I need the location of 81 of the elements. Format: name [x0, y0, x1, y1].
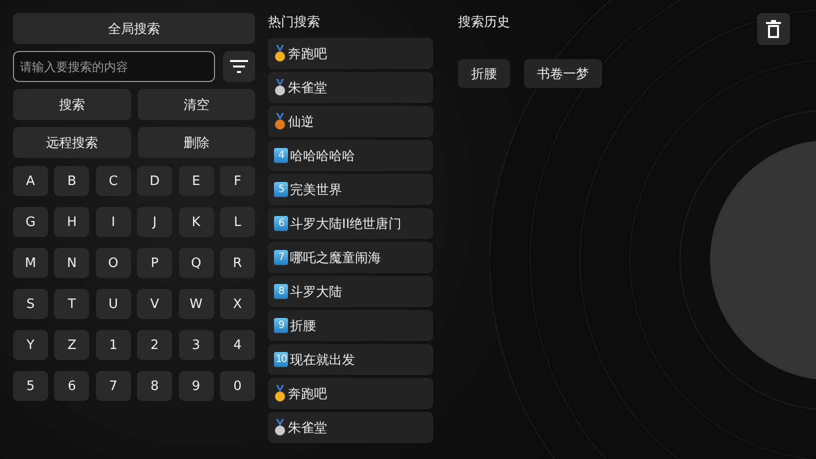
keyboard-key[interactable]: U [96, 289, 131, 319]
filter-icon [230, 60, 248, 73]
item-label: 哪吒之魔童闹海 [290, 250, 381, 266]
history-chip[interactable]: 折腰 [458, 59, 510, 88]
rank-badge: 6 [274, 216, 288, 231]
keyboard-key[interactable]: V [137, 289, 172, 319]
keyboard-key[interactable]: B [54, 166, 90, 196]
hot-search-item[interactable]: 10 现在就出发 [268, 344, 433, 375]
keyboard-key[interactable]: 4 [220, 330, 255, 360]
keyboard-key[interactable]: 1 [96, 330, 131, 360]
hot-search-item[interactable]: 仙逆 [268, 106, 433, 137]
global-search-button[interactable]: 全局搜索 [13, 13, 255, 44]
rank-badge: 9 [274, 318, 288, 333]
hot-search-item[interactable]: 6 斗罗大陆II绝世唐门 [268, 208, 433, 239]
keyboard-key[interactable]: T [54, 289, 90, 319]
keyboard-key[interactable]: W [178, 289, 214, 319]
item-label: 折腰 [290, 318, 316, 334]
hot-search-item[interactable]: 5 完美世界 [268, 174, 433, 205]
filter-button[interactable] [223, 51, 255, 82]
keyboard-key[interactable]: 2 [137, 330, 172, 360]
keyboard-key[interactable]: E [178, 166, 214, 196]
keyboard-key[interactable]: K [178, 207, 214, 237]
keyboard-key[interactable]: Y [13, 330, 48, 360]
keyboard-key[interactable]: 0 [220, 371, 255, 401]
keyboard-key[interactable]: J [137, 207, 172, 237]
keyboard-key[interactable]: 9 [178, 371, 214, 401]
item-label: 奔跑吧 [288, 386, 327, 402]
keyboard-key[interactable]: I [96, 207, 131, 237]
keyboard-key[interactable]: O [96, 248, 131, 278]
keyboard-key[interactable]: 5 [13, 371, 48, 401]
hot-search-item[interactable]: 奔跑吧 [268, 378, 433, 409]
keyboard-key[interactable]: 3 [178, 330, 214, 360]
keyboard-key[interactable]: F [220, 166, 255, 196]
keyboard-key[interactable]: 6 [54, 371, 90, 401]
hot-search-item[interactable]: 9 折腰 [268, 310, 433, 341]
keyboard-key[interactable]: G [13, 207, 48, 237]
rank-badge: 10 [274, 352, 288, 367]
keyboard-key[interactable]: P [137, 248, 172, 278]
item-label: 哈哈哈哈哈 [290, 148, 355, 164]
item-label: 现在就出发 [290, 352, 355, 368]
item-label: 斗罗大陆II绝世唐门 [290, 216, 402, 232]
item-label: 仙逆 [288, 114, 314, 130]
hot-search-title: 热门搜索 [268, 14, 321, 32]
keyboard-key[interactable]: M [13, 248, 48, 278]
keyboard-key[interactable]: H [54, 207, 90, 237]
keyboard-key[interactable]: Q [178, 248, 214, 278]
hot-search-item[interactable]: 奔跑吧 [268, 38, 433, 69]
action-button[interactable]: 删除 [138, 127, 255, 158]
trash-icon [766, 20, 781, 38]
item-label: 朱雀堂 [288, 80, 327, 96]
keyboard-key[interactable]: X [220, 289, 255, 319]
keyboard-key[interactable]: L [220, 207, 255, 237]
hot-search-item[interactable]: 朱雀堂 [268, 72, 433, 103]
keyboard-key[interactable]: A [13, 166, 48, 196]
keyboard-key[interactable]: R [220, 248, 255, 278]
action-button[interactable]: 清空 [138, 89, 255, 120]
item-label: 奔跑吧 [288, 46, 327, 62]
hot-search-item[interactable]: 朱雀堂 [268, 412, 433, 443]
keyboard-key[interactable]: C [96, 166, 131, 196]
rank-badge: 4 [274, 148, 288, 163]
rank-badge: 7 [274, 250, 288, 265]
hot-search-item[interactable]: 7 哪吒之魔童闹海 [268, 242, 433, 273]
keyboard-key[interactable]: D [137, 166, 172, 196]
rank-badge: 8 [274, 284, 288, 299]
delete-history-button[interactable] [757, 13, 790, 45]
hot-search-item[interactable]: 8 斗罗大陆 [268, 276, 433, 307]
action-button[interactable]: 远程搜索 [13, 127, 130, 158]
rank-badge: 5 [274, 182, 288, 197]
search-field[interactable]: 请输入要搜索的内容 [13, 51, 215, 82]
search-history-title: 搜索历史 [458, 14, 510, 32]
history-chip[interactable]: 书卷一梦 [524, 59, 602, 88]
item-label: 朱雀堂 [288, 420, 327, 436]
action-button[interactable]: 搜索 [13, 89, 130, 120]
keyboard-key[interactable]: 8 [137, 371, 172, 401]
item-label: 完美世界 [290, 182, 342, 198]
keyboard-key[interactable]: 7 [96, 371, 131, 401]
keyboard-key[interactable]: Z [54, 330, 90, 360]
keyboard-key[interactable]: S [13, 289, 48, 319]
keyboard-key[interactable]: N [54, 248, 90, 278]
item-label: 斗罗大陆 [290, 284, 342, 300]
hot-search-item[interactable]: 4 哈哈哈哈哈 [268, 140, 433, 171]
